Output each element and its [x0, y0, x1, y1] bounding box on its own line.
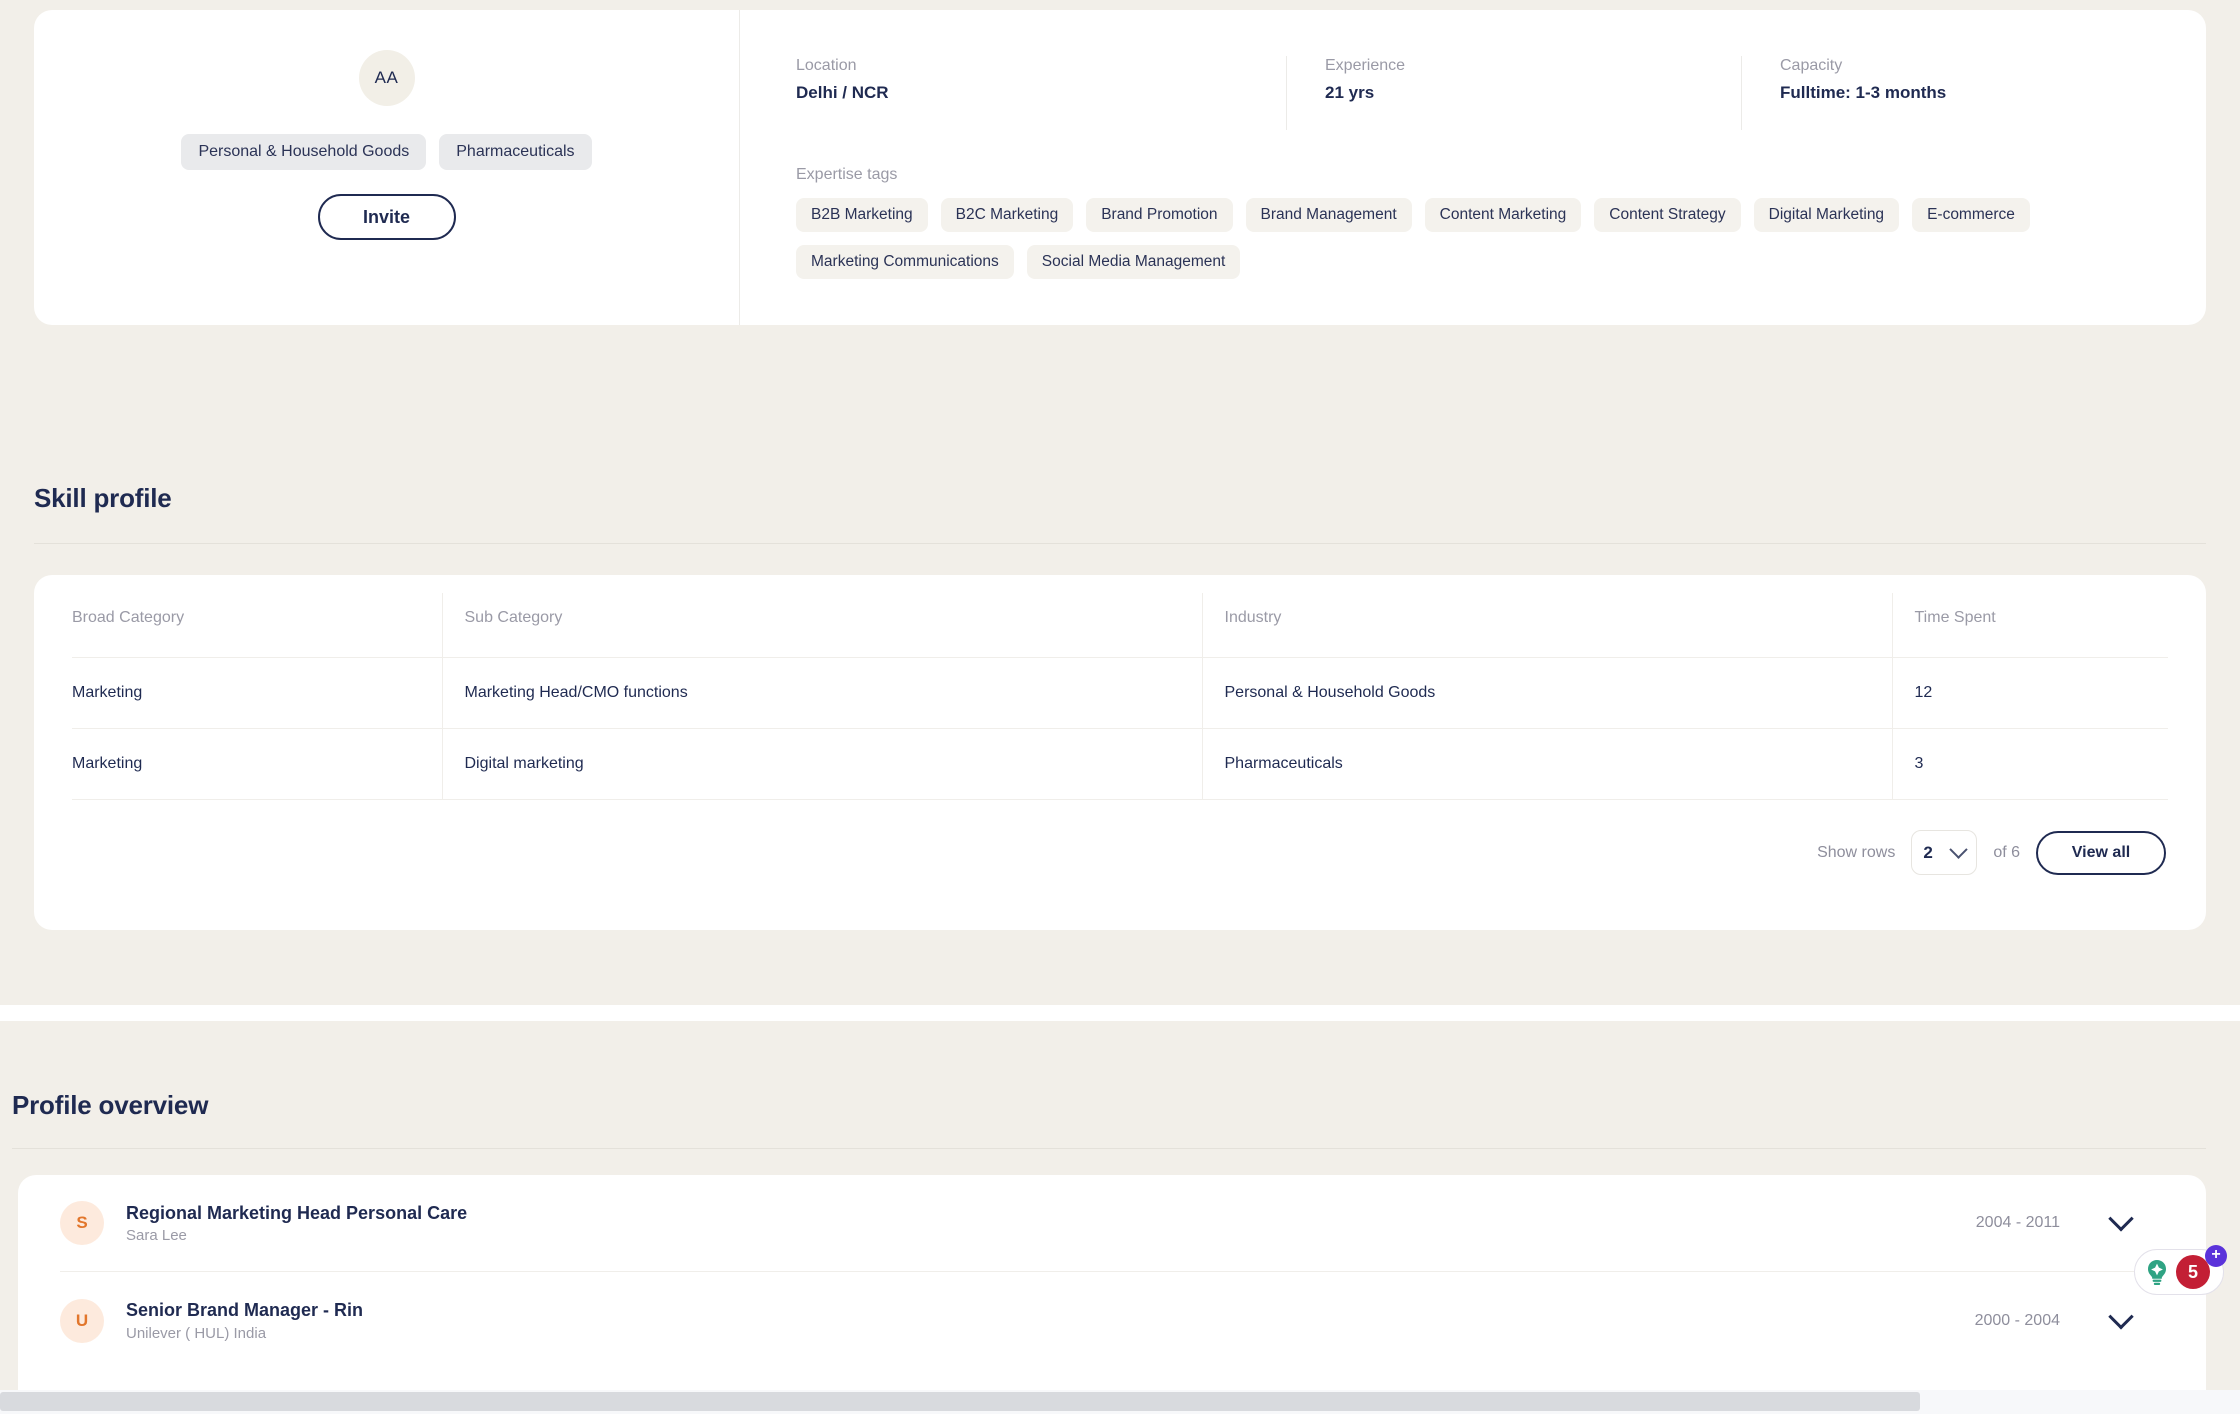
cell-industry: Personal & Household Goods — [1201, 657, 1892, 729]
avatar: U — [60, 1298, 104, 1343]
fact-experience: Experience 21 yrs — [1286, 56, 1741, 130]
table-row: Marketing Marketing Head/CMO functions P… — [72, 657, 2168, 729]
expertise-tags-label: Expertise tags — [796, 166, 898, 183]
expertise-tag[interactable]: Digital Marketing — [1753, 198, 1900, 232]
expertise-tag[interactable]: B2C Marketing — [940, 198, 1074, 232]
experience-dates: 2004 - 2011 — [1975, 1214, 2060, 1231]
experience-text: Regional Marketing Head Personal Care Sa… — [126, 1202, 1976, 1245]
fact-experience-label: Experience — [1325, 57, 1406, 74]
view-all-button[interactable]: View all — [2036, 830, 2166, 875]
rows-per-page-value: 2 — [1923, 842, 1933, 862]
cell-sub-category: Marketing Head/CMO functions — [441, 657, 1202, 729]
skill-profile-card: Broad Category Sub Category Industry Tim… — [34, 575, 2206, 930]
experience-title: Senior Brand Manager - Rin — [126, 1300, 364, 1321]
add-badge-icon[interactable]: + — [2205, 1245, 2227, 1267]
experience-dates: 2000 - 2004 — [1974, 1311, 2060, 1329]
avatar: S — [60, 1201, 104, 1245]
experience-company: Sara Lee — [126, 1227, 187, 1245]
list-item[interactable]: U Senior Brand Manager - Rin Unilever ( … — [60, 1272, 2164, 1369]
expertise-tag-list: B2B Marketing B2C Marketing Brand Promot… — [796, 198, 2206, 279]
horizontal-scrollbar-thumb[interactable] — [0, 1392, 1920, 1411]
expertise-tag[interactable]: E-commerce — [1912, 198, 2030, 232]
total-rows-label: of 6 — [1993, 843, 2020, 861]
skill-profile-heading: Skill profile — [34, 483, 172, 513]
expertise-tag[interactable]: Content Marketing — [1424, 198, 1582, 232]
chevron-down-icon[interactable] — [2108, 1206, 2134, 1232]
table-pagination: Show rows 2 of 6 View all — [72, 830, 2168, 875]
cell-industry: Pharmaceuticals — [1201, 728, 1892, 800]
expertise-tag[interactable]: Social Media Management — [1026, 245, 1241, 279]
expertise-tag[interactable]: Brand Promotion — [1086, 198, 1233, 232]
column-header-industry: Industry — [1201, 593, 1892, 658]
cell-sub-category: Digital marketing — [441, 728, 1202, 800]
cell-time-spent: 12 — [1891, 657, 2168, 729]
list-item[interactable]: S Regional Marketing Head Personal Care … — [60, 1175, 2164, 1272]
industry-pill[interactable]: Personal & Household Goods — [181, 134, 427, 170]
fact-capacity-value: Fulltime: 1-3 months — [1780, 83, 1947, 103]
profile-facts: Location Delhi / NCR Experience 21 yrs C… — [796, 56, 2206, 130]
cell-broad-category: Marketing — [72, 657, 442, 729]
expertise-tag[interactable]: Brand Management — [1245, 198, 1412, 232]
profile-identity-panel: AA Personal & Household Goods Pharmaceut… — [34, 10, 740, 325]
expertise-tag[interactable]: Content Strategy — [1594, 198, 1741, 232]
fact-location: Location Delhi / NCR — [796, 56, 1286, 130]
column-header-time-spent: Time Spent — [1891, 593, 2168, 658]
column-header-sub-category: Sub Category — [441, 593, 1202, 658]
profile-summary-card: AA Personal & Household Goods Pharmaceut… — [34, 10, 2206, 325]
fact-location-label: Location — [796, 57, 857, 74]
chevron-down-icon[interactable] — [2108, 1303, 2134, 1329]
fact-capacity-label: Capacity — [1780, 57, 1843, 74]
show-rows-label: Show rows — [1817, 843, 1896, 861]
lightbulb-icon — [2142, 1257, 2172, 1287]
avatar: AA — [358, 50, 415, 106]
expertise-tag[interactable]: Marketing Communications — [796, 245, 1014, 279]
fact-location-value: Delhi / NCR — [796, 83, 889, 103]
cell-time-spent: 3 — [1891, 728, 2168, 800]
table-row: Marketing Digital marketing Pharmaceutic… — [72, 728, 2168, 800]
industry-pill-list: Personal & Household Goods Pharmaceutica… — [181, 134, 592, 170]
fact-capacity: Capacity Fulltime: 1-3 months — [1741, 56, 2201, 130]
help-widget[interactable]: 5 + — [2134, 1245, 2227, 1295]
profile-overview-divider — [12, 1148, 2206, 1149]
experience-company: Unilever ( HUL) India — [126, 1324, 267, 1342]
skill-profile-divider — [34, 543, 2206, 544]
rows-per-page-select[interactable]: 2 — [1911, 830, 1978, 875]
fact-experience-value: 21 yrs — [1325, 83, 1375, 103]
profile-details-panel: Location Delhi / NCR Experience 21 yrs C… — [740, 10, 2206, 325]
profile-overview-card: S Regional Marketing Head Personal Care … — [18, 1175, 2206, 1405]
chevron-down-icon — [1949, 840, 1969, 859]
profile-overview-heading: Profile overview — [12, 1090, 209, 1120]
experience-title: Regional Marketing Head Personal Care — [126, 1202, 468, 1223]
section-separator-band — [0, 1005, 2240, 1021]
table-header-row: Broad Category Sub Category Industry Tim… — [72, 593, 2168, 658]
cell-broad-category: Marketing — [72, 728, 442, 800]
invite-button[interactable]: Invite — [317, 194, 456, 240]
industry-pill[interactable]: Pharmaceuticals — [439, 134, 592, 170]
expertise-tag[interactable]: B2B Marketing — [796, 198, 928, 232]
experience-text: Senior Brand Manager - Rin Unilever ( HU… — [126, 1299, 1975, 1342]
column-header-broad-category: Broad Category — [72, 593, 442, 658]
skill-profile-table: Broad Category Sub Category Industry Tim… — [72, 593, 2168, 800]
